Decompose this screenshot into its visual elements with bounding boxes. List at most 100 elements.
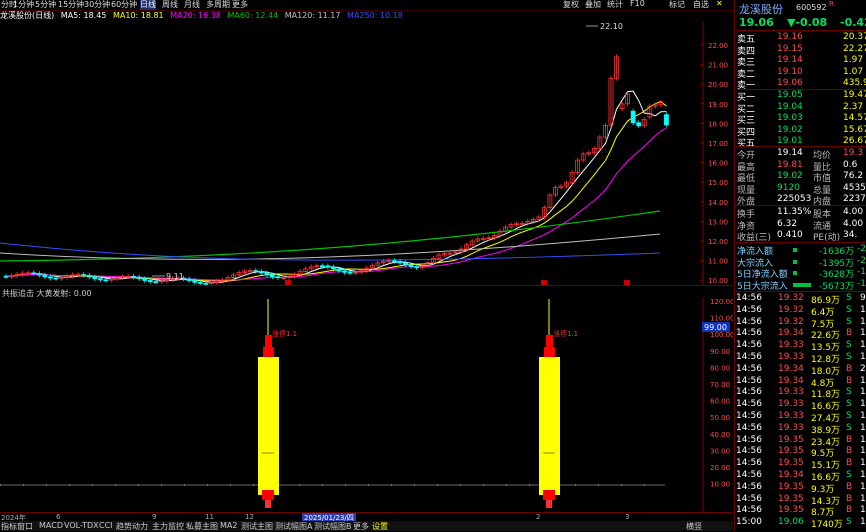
- tick-side: S: [846, 340, 852, 351]
- candle: [336, 268, 342, 272]
- flow-pct: -1: [857, 278, 866, 289]
- tick-price: 19.33: [778, 399, 804, 410]
- tick-side: B: [846, 446, 853, 457]
- tick-price: 19.35: [778, 458, 804, 469]
- tick-time: 14:56: [736, 363, 762, 374]
- x-axis-mark: 6: [56, 513, 61, 521]
- tick-time: 14:56: [736, 458, 762, 469]
- tab-main-monitor[interactable]: 主力监控: [152, 521, 184, 532]
- tick-time: 14:56: [736, 493, 762, 504]
- ma60-line: [0, 210, 661, 262]
- tick-count: 1: [860, 399, 866, 410]
- quote-value: 0.6: [843, 159, 858, 170]
- x-axis-mark: 9: [152, 513, 157, 521]
- tab-test-sub-a[interactable]: 测试幅图A: [275, 521, 312, 532]
- tab-more[interactable]: 更多: [353, 521, 369, 532]
- tick-count: 1: [860, 422, 866, 433]
- period-more[interactable]: 更多: [232, 0, 248, 10]
- ma-legend: 龙溪股份(日线) MA5: 18.45 MA10: 18.81 MA20: 16…: [0, 10, 733, 21]
- bid-price: 19.05: [777, 90, 803, 100]
- tick-price: 19.35: [778, 505, 804, 516]
- ask-price: 19.06: [777, 78, 803, 88]
- period-15min[interactable]: 15分钟: [58, 0, 84, 10]
- candle: [81, 274, 87, 276]
- tick-side: B: [846, 434, 853, 445]
- candle: [342, 270, 347, 273]
- candle: [264, 272, 270, 276]
- adjust-button[interactable]: 复权: [563, 0, 579, 10]
- tab-window[interactable]: 窗口: [17, 521, 33, 532]
- indicator-tabs: 指标 窗口 MACD VOL-TDX CCI 趋势动力 主力监控 私募主图 MA…: [0, 521, 733, 531]
- fund-value: 4.00: [843, 207, 864, 217]
- tick-side: B: [846, 505, 853, 516]
- quote-value: 22370: [843, 194, 866, 204]
- tick-price: 19.33: [778, 422, 804, 433]
- tick-time: 14:56: [736, 387, 762, 398]
- tab-test-main[interactable]: 测试主图: [241, 521, 273, 532]
- period-daily[interactable]: 日线: [140, 0, 156, 10]
- candle: [664, 114, 669, 126]
- x-axis-mark: 12: [245, 513, 254, 521]
- period-monthly[interactable]: 月线: [184, 0, 200, 10]
- tick-time: 14:56: [736, 470, 762, 480]
- tick-price: 19.33: [778, 387, 804, 398]
- fund-value: 0.410: [777, 230, 803, 240]
- tab-indicator[interactable]: 指标: [1, 521, 17, 532]
- close-icon[interactable]: ✕: [716, 0, 723, 8]
- period-30min[interactable]: 30分钟: [84, 0, 110, 10]
- tick-price: 19.35: [778, 446, 804, 457]
- indicator-y-label: 10.00: [710, 481, 730, 489]
- tick-side: S: [846, 517, 852, 528]
- tab-macd[interactable]: MACD: [39, 521, 63, 530]
- tick-time: 15:00: [736, 517, 762, 528]
- indicator-chart[interactable]: 120.00 110.00 100.00 90.00 80.00 70.00 60.00 50…: [0, 297, 733, 512]
- candle: [142, 278, 148, 281]
- candle: [42, 274, 48, 278]
- tab-cci[interactable]: CCI: [99, 521, 113, 530]
- stock-name: 龙溪股份: [739, 3, 783, 16]
- period-multi[interactable]: 多周期: [206, 0, 230, 10]
- ma120-label: MA120: 11.17: [284, 11, 341, 20]
- y-axis-label: 16.00: [708, 160, 728, 168]
- tick-side: B: [846, 363, 853, 374]
- fund-value: 6.32: [777, 218, 798, 229]
- tick-price: 19.35: [778, 434, 804, 445]
- period-5min[interactable]: 5分钟: [35, 0, 56, 10]
- watchlist-button[interactable]: 自选: [693, 0, 709, 10]
- tick-price: 19.33: [778, 411, 804, 421]
- period-weekly[interactable]: 周线: [162, 0, 178, 10]
- period-1min[interactable]: 1分钟: [13, 0, 34, 10]
- tick-count: 1: [860, 470, 866, 480]
- tick-time: 14:56: [736, 422, 762, 433]
- ma-line: [5, 90, 667, 284]
- candle: [92, 276, 98, 280]
- tick-side: S: [846, 411, 852, 421]
- candle: [275, 276, 281, 279]
- bid-volume: 19.47: [843, 90, 866, 100]
- candle: [53, 277, 59, 280]
- tick-side: S: [846, 387, 852, 398]
- flow-pct: -2: [857, 244, 866, 254]
- tab-test-sub-b[interactable]: 测试幅图B: [314, 521, 352, 532]
- tab-trend[interactable]: 趋势动力: [116, 521, 148, 532]
- tick-time: 14:56: [736, 434, 762, 445]
- overlay-button[interactable]: 叠加: [585, 0, 601, 10]
- tick-count: 1: [860, 517, 866, 528]
- signal-label-2: 涨停1.1: [553, 329, 578, 338]
- y-axis-label: 22.00: [708, 42, 728, 50]
- candlestick-chart[interactable]: 22.00 21.00 20.00 19.00 18.00 17.00 16.00 15.00…: [0, 21, 733, 285]
- x-axis-mark: 11: [205, 513, 214, 521]
- mark-button[interactable]: 标记: [669, 0, 685, 10]
- f10-button[interactable]: F10: [630, 0, 645, 8]
- price-pct: -0.42: [840, 16, 866, 29]
- tab-private-main[interactable]: 私募主图: [186, 521, 218, 532]
- tab-vol-tdx[interactable]: VOL-TDX: [64, 521, 99, 530]
- tick-side: B: [846, 481, 853, 492]
- stats-button[interactable]: 统计: [607, 0, 623, 10]
- tab-settings[interactable]: 设置: [372, 521, 388, 532]
- ask-price: 19.15: [777, 43, 803, 54]
- orientation-toggle[interactable]: 横竖: [686, 521, 702, 532]
- period-60min[interactable]: 60分钟: [111, 0, 137, 10]
- tab-ma2[interactable]: MA2: [220, 521, 237, 530]
- bid-volume: 15.67: [843, 124, 866, 135]
